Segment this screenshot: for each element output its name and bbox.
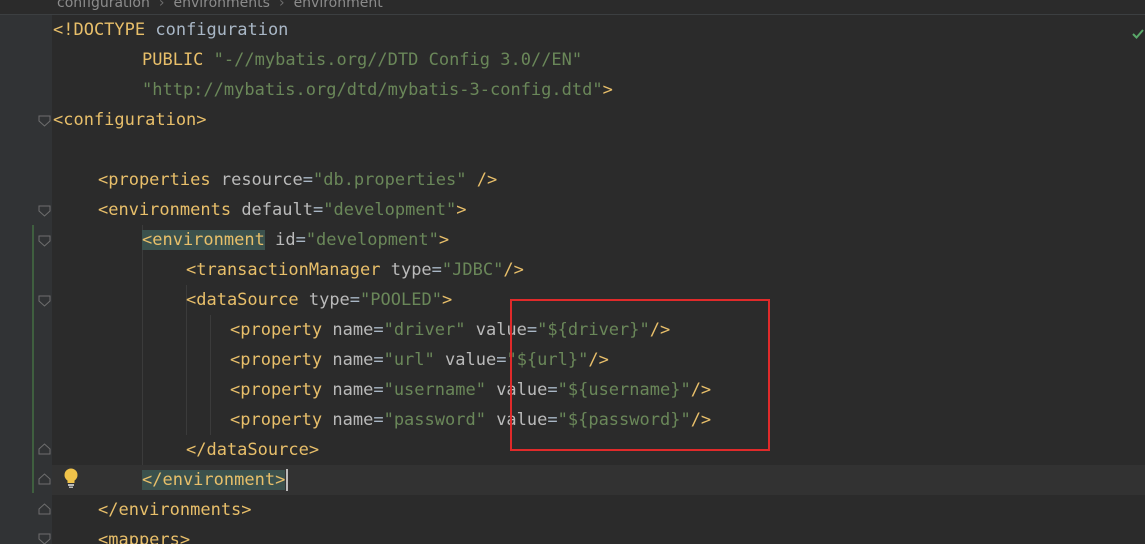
datasource-tag: <dataSource — [186, 290, 299, 310]
fold-marker-icon[interactable] — [38, 235, 51, 247]
code-line[interactable]: </dataSource> — [186, 435, 319, 465]
code-line[interactable]: <environment id="development"> — [142, 225, 449, 255]
fold-marker-icon[interactable] — [38, 295, 51, 307]
code-line[interactable]: <dataSource type="POOLED"> — [186, 285, 452, 315]
system-id: "http://mybatis.org/dtd/mybatis-3-config… — [142, 80, 603, 100]
environment-end-tag: </environment — [142, 470, 276, 490]
datasource-end-tag: </dataSource> — [186, 440, 320, 460]
vcs-change-marker[interactable] — [32, 225, 34, 493]
equals-sign: = — [496, 350, 507, 370]
transaction-manager-close: /> — [503, 260, 524, 280]
environments-attr: default — [241, 200, 313, 220]
equals-sign: = — [373, 320, 384, 340]
property-tag: <property — [230, 350, 323, 370]
property-name-value: "password" — [383, 410, 486, 430]
annotation-highlight-box — [510, 299, 770, 451]
environment-end-close: > — [275, 470, 286, 490]
equals-sign: = — [295, 230, 306, 250]
code-editor[interactable]: <!DOCTYPE configuration PUBLIC "-//mybat… — [0, 0, 1145, 544]
code-line[interactable]: </environments> — [98, 495, 252, 525]
public-keyword: PUBLIC — [142, 50, 204, 70]
datasource-close: > — [441, 290, 453, 310]
properties-close: /> — [466, 170, 498, 190]
property-tag: <property — [230, 410, 323, 430]
equals-sign: = — [373, 350, 384, 370]
property-tag: <property — [230, 320, 323, 340]
indent-guide — [210, 315, 211, 435]
transaction-manager-attr: type — [390, 260, 432, 280]
breadcrumb-item[interactable]: environments — [173, 0, 269, 11]
fold-marker-icon[interactable] — [38, 205, 51, 217]
code-line[interactable]: <configuration> — [53, 105, 207, 135]
fold-marker-icon[interactable] — [38, 473, 51, 485]
transaction-manager-tag: <transactionManager — [186, 260, 381, 280]
code-line[interactable]: <properties resource="db.properties" /> — [98, 165, 497, 195]
code-line[interactable]: <environments default="development"> — [98, 195, 467, 225]
fold-marker-icon[interactable] — [38, 443, 51, 455]
configuration-open-tag: <configuration> — [53, 110, 207, 130]
environments-end-tag: </environments> — [98, 500, 252, 520]
name-attr: name — [332, 410, 374, 430]
breadcrumb-separator: › — [158, 0, 165, 11]
property-tag: <property — [230, 380, 323, 400]
breadcrumb-item[interactable]: environment — [294, 0, 383, 11]
code-line[interactable]: <mappers> — [98, 525, 190, 544]
environments-close: > — [456, 200, 467, 220]
properties-attr: resource — [220, 170, 303, 190]
fold-marker-icon[interactable] — [38, 503, 51, 515]
properties-tag: <properties — [98, 170, 211, 190]
doctype-open: <!DOCTYPE — [53, 20, 146, 40]
environment-attr: id — [275, 230, 296, 250]
datasource-attr: type — [308, 290, 350, 310]
name-attr: name — [332, 320, 374, 340]
equals-sign: = — [302, 170, 313, 190]
property-name-value: "username" — [383, 380, 486, 400]
properties-value: "db.properties" — [312, 170, 467, 190]
equals-sign: = — [373, 380, 384, 400]
name-attr: name — [332, 350, 374, 370]
property-name-value: "driver" — [383, 320, 466, 340]
code-line[interactable]: <transactionManager type="JDBC"/> — [186, 255, 524, 285]
mappers-open-tag: <mappers> — [98, 530, 191, 544]
doctype-name: configuration — [145, 20, 289, 40]
public-id: "-//mybatis.org//DTD Config 3.0//EN" — [213, 50, 583, 70]
inspection-ok-icon[interactable] — [1131, 26, 1145, 40]
fold-marker-icon[interactable] — [38, 115, 51, 127]
value-attr: value — [445, 350, 497, 370]
breadcrumb-item[interactable]: configuration — [57, 0, 150, 11]
editor-gutter[interactable] — [0, 0, 52, 544]
equals-sign: = — [312, 200, 324, 220]
name-attr: name — [332, 380, 374, 400]
lightbulb-icon[interactable] — [62, 467, 80, 489]
text-caret — [286, 469, 289, 491]
indent-guide — [142, 225, 143, 465]
doctype-close: > — [602, 80, 613, 100]
code-line[interactable]: "http://mybatis.org/dtd/mybatis-3-config… — [142, 75, 613, 105]
property-name-value: "url" — [383, 350, 435, 370]
environment-close: > — [438, 230, 450, 250]
equals-sign: = — [431, 260, 442, 280]
equals-sign: = — [349, 290, 361, 310]
breadcrumb[interactable]: configuration › environments › environme… — [0, 0, 1145, 15]
environments-tag: <environments — [98, 200, 232, 220]
code-line[interactable]: <!DOCTYPE configuration — [53, 15, 288, 45]
breadcrumb-separator: › — [278, 0, 285, 11]
datasource-value: "POOLED" — [360, 290, 442, 310]
transaction-manager-value: "JDBC" — [441, 260, 504, 280]
fold-marker-icon[interactable] — [38, 533, 51, 544]
environment-value: "development" — [305, 230, 439, 250]
equals-sign: = — [373, 410, 384, 430]
environments-value: "development" — [323, 200, 457, 220]
code-line[interactable]: PUBLIC "-//mybatis.org//DTD Config 3.0//… — [142, 45, 582, 75]
code-line[interactable]: </environment> — [142, 465, 289, 495]
environment-tag: <environment — [142, 230, 265, 250]
